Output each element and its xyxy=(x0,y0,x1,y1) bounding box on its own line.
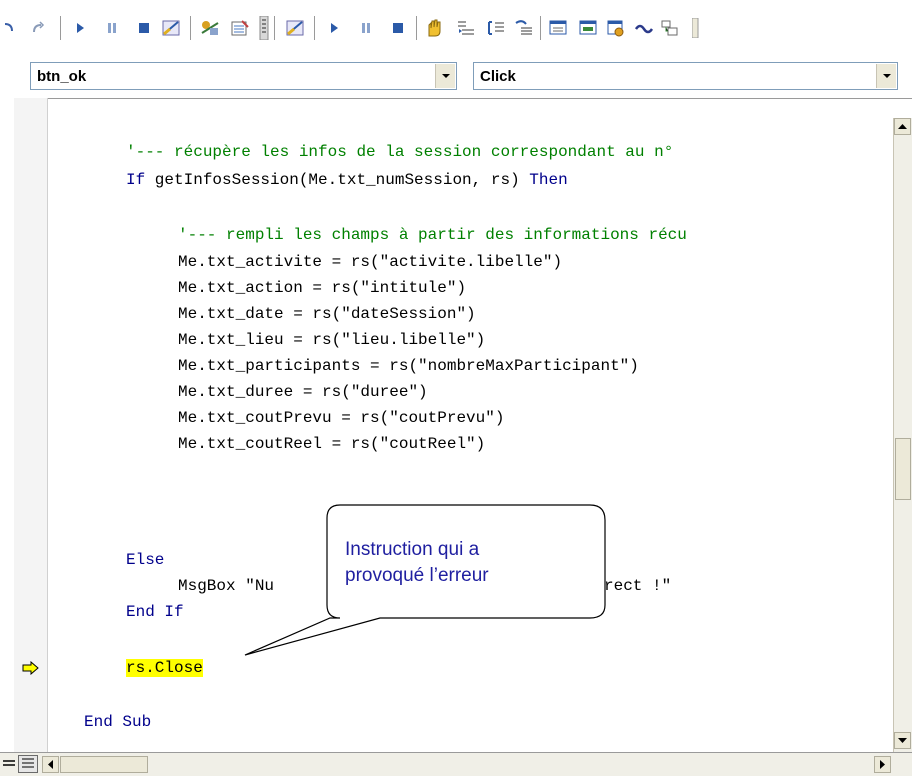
scroll-left-button[interactable] xyxy=(42,756,59,773)
horizontal-scroll-thumb[interactable] xyxy=(60,756,148,773)
scroll-right-button[interactable] xyxy=(874,756,891,773)
scroll-up-button[interactable] xyxy=(894,118,911,135)
callout-text-line-2: provoqué l’erreur xyxy=(345,565,489,586)
callout-text: Instruction qui a provoqué l’erreur xyxy=(345,537,555,589)
scroll-down-button[interactable] xyxy=(894,732,911,749)
full-module-view-icon[interactable] xyxy=(18,755,38,773)
callout-text-line-1: Instruction qui a xyxy=(345,539,480,560)
procedure-view-icon[interactable] xyxy=(2,757,16,775)
vertical-scrollbar[interactable] xyxy=(893,118,912,752)
horizontal-scrollbar[interactable] xyxy=(0,752,912,776)
scroll-thumb[interactable] xyxy=(895,438,911,500)
error-callout xyxy=(244,504,606,656)
